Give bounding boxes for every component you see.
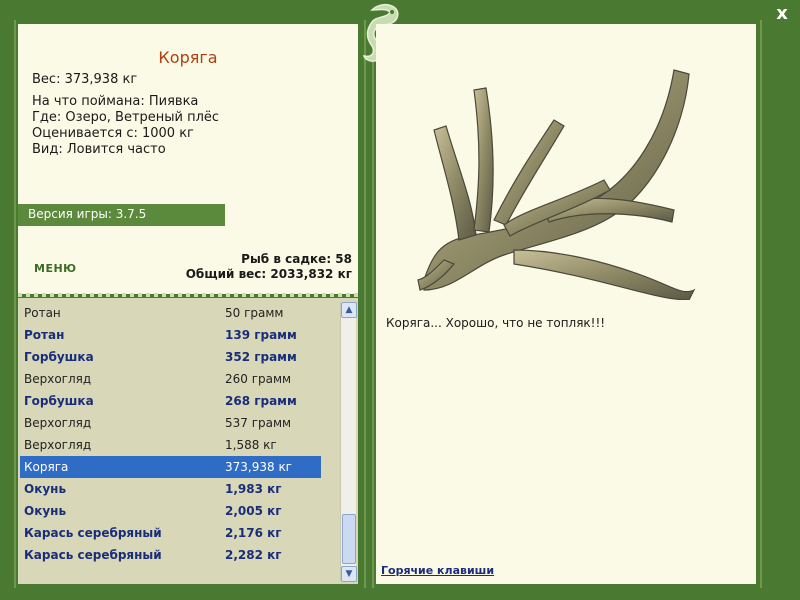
close-icon: x: [776, 3, 788, 24]
fish-weight-cell: 1,983 кг: [225, 482, 282, 496]
chevron-up-icon[interactable]: ▲: [341, 302, 357, 318]
dashed-divider: [18, 293, 358, 297]
fish-name: Карась серебряный: [24, 548, 162, 562]
frame-line-mid: [364, 20, 366, 588]
list-item[interactable]: Ротан 50 грамм: [20, 302, 321, 324]
fish-weight-cell: 2,176 кг: [225, 526, 282, 540]
frame-line-left: [14, 20, 16, 588]
list-item[interactable]: Верхогляд 260 грамм: [20, 368, 321, 390]
fish-weight-cell: 537 грамм: [225, 416, 292, 430]
fish-count: Рыб в садке: 58: [241, 252, 352, 266]
fish-name: Верхогляд: [24, 438, 92, 452]
total-weight: Общий вес: 2033,832 кг: [185, 267, 352, 281]
fish-bait: На что поймана: Пиявка: [32, 94, 199, 109]
list-item[interactable]: Верхогляд 1,588 кг: [20, 434, 321, 456]
list-item[interactable]: Горбушка 352 грамм: [20, 346, 321, 368]
list-item[interactable]: Окунь 2,005 кг: [20, 500, 321, 522]
fish-name: Ротан: [24, 306, 61, 320]
list-item[interactable]: Карась серебряный 2,176 кг: [20, 522, 321, 544]
fish-info-panel: Коряга Вес: 373,938 кг На что поймана: П…: [18, 24, 358, 294]
fish-name: Горбушка: [24, 394, 94, 408]
fish-weight-cell: 268 грамм: [225, 394, 297, 408]
version-bar: Версия игры: 3.7.5: [18, 204, 225, 226]
fish-title: Коряга: [158, 48, 218, 67]
fish-value: Оценивается с: 1000 кг: [32, 126, 194, 141]
fish-kind: Вид: Ловится часто: [32, 142, 166, 157]
fish-weight-cell: 260 грамм: [225, 372, 292, 386]
scrollbar-thumb[interactable]: [342, 514, 356, 564]
fish-weight: Вес: 373,938 кг: [32, 72, 138, 87]
fish-weight-cell: 2,005 кг: [225, 504, 282, 518]
fish-weight-cell: 352 грамм: [225, 350, 297, 364]
frame-line-mid2: [372, 20, 374, 588]
list-item[interactable]: Карась серебряный 2,282 кг: [20, 544, 321, 566]
fish-name: Горбушка: [24, 350, 94, 364]
fish-name: Коряга: [24, 460, 69, 474]
fish-place: Где: Озеро, Ветреный плёс: [32, 110, 220, 125]
list-item[interactable]: Коряга 373,938 кг: [20, 456, 321, 478]
list-item[interactable]: Верхогляд 537 грамм: [20, 412, 321, 434]
snag-image: [417, 69, 696, 300]
fish-weight-cell: 2,282 кг: [225, 548, 282, 562]
menu-button[interactable]: МЕНЮ: [34, 262, 77, 275]
close-button[interactable]: x: [772, 4, 792, 24]
fish-weight-cell: 50 грамм: [225, 306, 284, 320]
list-item[interactable]: Ротан 139 грамм: [20, 324, 321, 346]
list-item[interactable]: Окунь 1,983 кг: [20, 478, 321, 500]
fish-weight-cell: 373,938 кг: [225, 460, 292, 474]
fish-name: Верхогляд: [24, 416, 92, 430]
frame-line-right: [760, 20, 762, 588]
fish-name: Окунь: [24, 482, 67, 496]
fish-weight-cell: 139 грамм: [225, 328, 297, 342]
fish-name: Карась серебряный: [24, 526, 162, 540]
fish-weight-cell: 1,588 кг: [225, 438, 277, 452]
stats-block: Рыб в садке: 58 Общий вес: 2033,832 кг: [186, 252, 352, 282]
fish-name: Окунь: [24, 504, 67, 518]
fish-description: Коряга... Хорошо, что не топляк!!!: [386, 316, 606, 330]
list-item[interactable]: Горбушка 268 грамм: [20, 390, 321, 412]
fish-name: Верхогляд: [24, 372, 92, 386]
hotkeys-link[interactable]: Горячие клавиши: [381, 564, 494, 577]
fish-name: Ротан: [24, 328, 65, 342]
catch-list: Ротан 50 грамм Ротан 139 грамм Горбушка 352 г…: [18, 298, 358, 584]
fish-image-panel: Коряга... Хорошо, что не топляк!!! Горяч…: [376, 24, 756, 584]
list-scrollbar[interactable]: ▲ ▼: [340, 302, 357, 582]
chevron-down-icon[interactable]: ▼: [341, 566, 357, 582]
fish-details: На что поймана: Пиявка Где: Озеро, Ветре…: [32, 94, 219, 158]
